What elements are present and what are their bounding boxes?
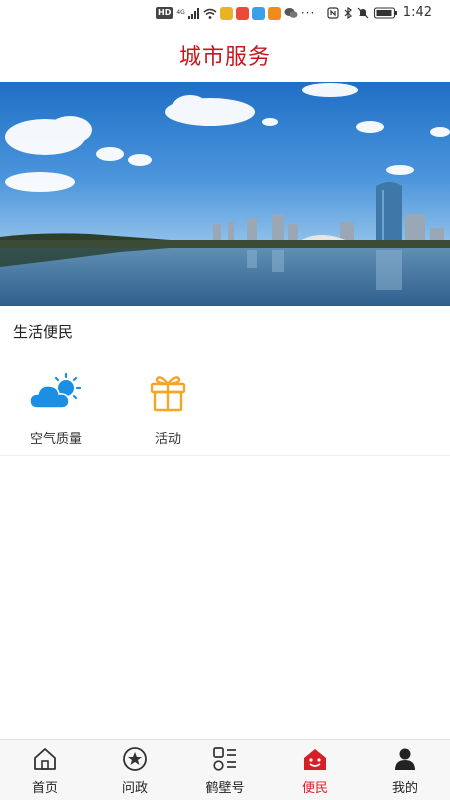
hd-badge: HD: [156, 7, 174, 19]
service-activity[interactable]: 活动: [112, 370, 224, 450]
wifi-icon: [203, 8, 217, 19]
city-banner-image[interactable]: [0, 82, 450, 306]
wechat-icon: [284, 8, 298, 18]
home-icon: [31, 745, 59, 773]
grid-list-icon: [211, 745, 239, 773]
clock: 1:42: [402, 5, 432, 20]
tab-label: 便民: [301, 781, 328, 796]
app-notification-icon: [219, 6, 233, 20]
person-icon: [391, 745, 419, 773]
tab-wenzheng[interactable]: 问政: [90, 740, 180, 800]
service-label: 活动: [154, 432, 181, 447]
signal-icon: [187, 7, 199, 19]
more-notifications-icon: ···: [300, 6, 316, 20]
tab-bianmin[interactable]: 便民: [270, 740, 360, 800]
star-circle-icon: [121, 745, 149, 773]
bottom-tab-bar: 首页 问政 鹤壁号 便民 我的: [0, 739, 450, 800]
app-notification-icon: [235, 6, 249, 20]
status-bar: HD 4G ··· 1:42: [0, 0, 450, 28]
tab-label: 首页: [31, 781, 58, 796]
service-grid: 空气质量 活动: [0, 370, 450, 456]
people-house-icon: [301, 745, 329, 773]
app-notification-icon: [267, 6, 281, 20]
tab-label: 问政: [121, 781, 148, 796]
nfc-icon: [327, 6, 339, 19]
status-right-icons: 1:42: [327, 5, 432, 20]
tab-label: 我的: [391, 781, 418, 796]
mute-icon: [357, 7, 369, 18]
service-label: 空气质量: [29, 432, 82, 447]
tab-label: 鹤壁号: [205, 781, 245, 796]
status-left-icons: HD 4G ···: [156, 6, 315, 20]
cloud-sun-icon: [28, 370, 84, 414]
tab-hebi-account[interactable]: 鹤壁号: [180, 740, 270, 800]
tab-home[interactable]: 首页: [0, 740, 90, 800]
tab-profile[interactable]: 我的: [360, 740, 450, 800]
network-type: 4G: [176, 9, 185, 16]
bluetooth-icon: [344, 6, 352, 19]
app-notification-icon: [251, 6, 265, 20]
app-header: 城市服务: [0, 28, 450, 82]
city-skyline-illustration: [0, 82, 450, 306]
battery-icon: [373, 6, 397, 19]
gift-icon: [140, 370, 196, 414]
service-air-quality[interactable]: 空气质量: [0, 370, 112, 450]
page-title: 城市服务: [178, 45, 271, 70]
section-title: 生活便民: [13, 323, 74, 341]
